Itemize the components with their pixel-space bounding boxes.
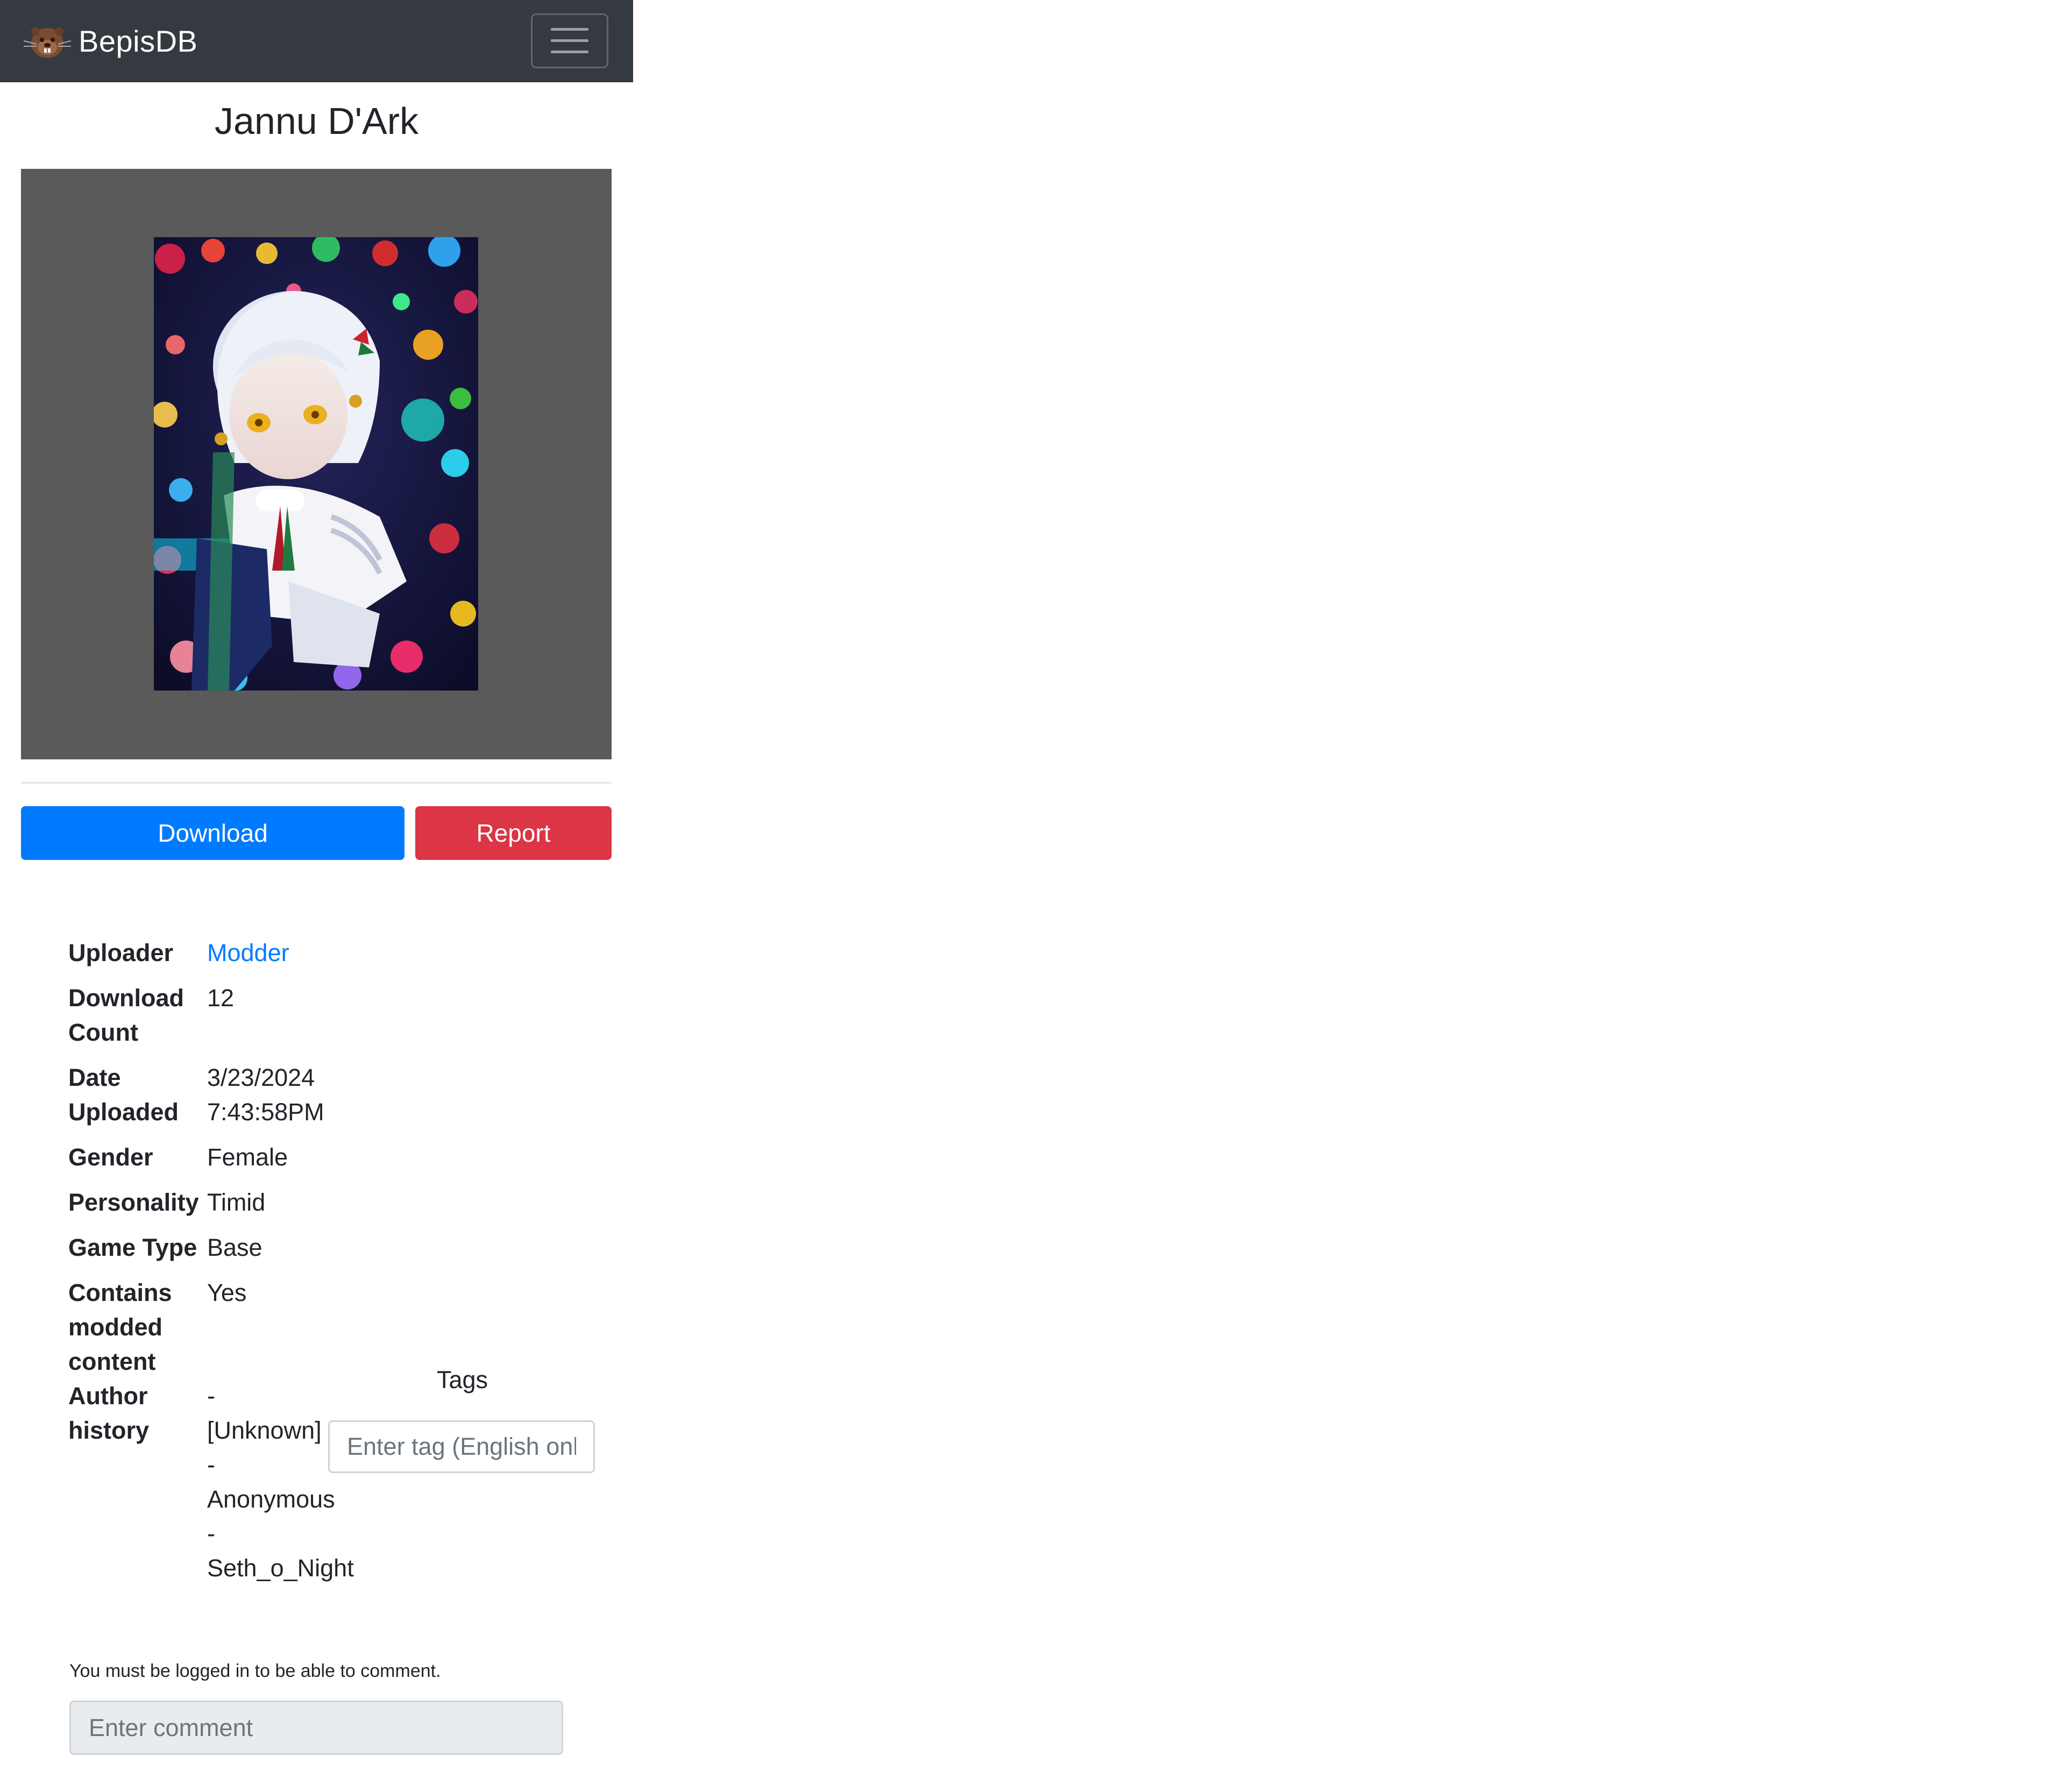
page: BepisDB Jannu D'Ark Download Report Uplo… <box>0 0 2072 1778</box>
author-history-list: - [Unknown] - Anonymous - Seth_o_Night <box>207 1379 354 1585</box>
brand-name: BepisDB <box>79 24 198 58</box>
author-history-entry: - [Unknown] <box>207 1382 322 1444</box>
uploader-link[interactable]: Modder <box>207 939 289 966</box>
detail-row-download-count: Download Count 12 <box>68 981 327 1050</box>
navbar-toggle-button[interactable] <box>531 13 608 68</box>
tags-label: Tags <box>437 1366 488 1393</box>
comment-input[interactable] <box>69 1701 563 1755</box>
beaver-logo-icon <box>23 27 72 58</box>
character-card-image[interactable] <box>154 237 478 691</box>
divider <box>21 782 612 784</box>
detail-row-gender: Gender Female <box>68 1140 327 1175</box>
detail-value: Timid <box>207 1189 266 1216</box>
detail-row-game-type: Game Type Base <box>68 1231 327 1265</box>
detail-label: Contains modded content <box>68 1279 172 1375</box>
detail-value: Base <box>207 1234 262 1261</box>
author-history-entry: - Seth_o_Night <box>207 1520 354 1582</box>
detail-label: Uploader <box>68 939 174 966</box>
detail-row-author-history: Author history - [Unknown] - Anonymous -… <box>68 1379 354 1585</box>
login-required-note: You must be logged in to be able to comm… <box>69 1661 441 1681</box>
image-panel <box>21 169 612 759</box>
detail-label: Personality <box>68 1189 199 1216</box>
detail-label: Gender <box>68 1143 153 1171</box>
detail-value: Yes <box>207 1279 247 1306</box>
brand-link[interactable]: BepisDB <box>23 16 197 66</box>
detail-row-date-uploaded: Date Uploaded 3/23/2024 7:43:58PM <box>68 1061 327 1129</box>
details-table: Uploader Modder Download Count 12 Date U… <box>68 936 354 1596</box>
detail-label: Author history <box>68 1382 150 1444</box>
report-button[interactable]: Report <box>415 806 612 860</box>
detail-label: Download Count <box>68 984 184 1046</box>
detail-label: Game Type <box>68 1234 197 1261</box>
hamburger-menu-icon <box>551 28 588 53</box>
detail-value: Female <box>207 1143 288 1171</box>
detail-value: Modder <box>207 936 327 970</box>
tag-input[interactable] <box>328 1420 595 1473</box>
card-title: Jannu D'Ark <box>214 100 419 142</box>
detail-row-uploader: Uploader Modder <box>68 936 327 970</box>
detail-value: 12 <box>207 984 235 1012</box>
detail-row-personality: Personality Timid <box>68 1185 327 1220</box>
mobile-viewport: BepisDB Jannu D'Ark Download Report Uplo… <box>0 0 633 1778</box>
detail-value: 3/23/2024 7:43:58PM <box>207 1064 324 1126</box>
detail-row-modded: Contains modded content Yes <box>68 1276 327 1379</box>
author-history-entry: - Anonymous <box>207 1451 335 1513</box>
download-button[interactable]: Download <box>21 806 405 860</box>
detail-label: Date Uploaded <box>68 1064 179 1126</box>
navbar: BepisDB <box>0 0 633 82</box>
